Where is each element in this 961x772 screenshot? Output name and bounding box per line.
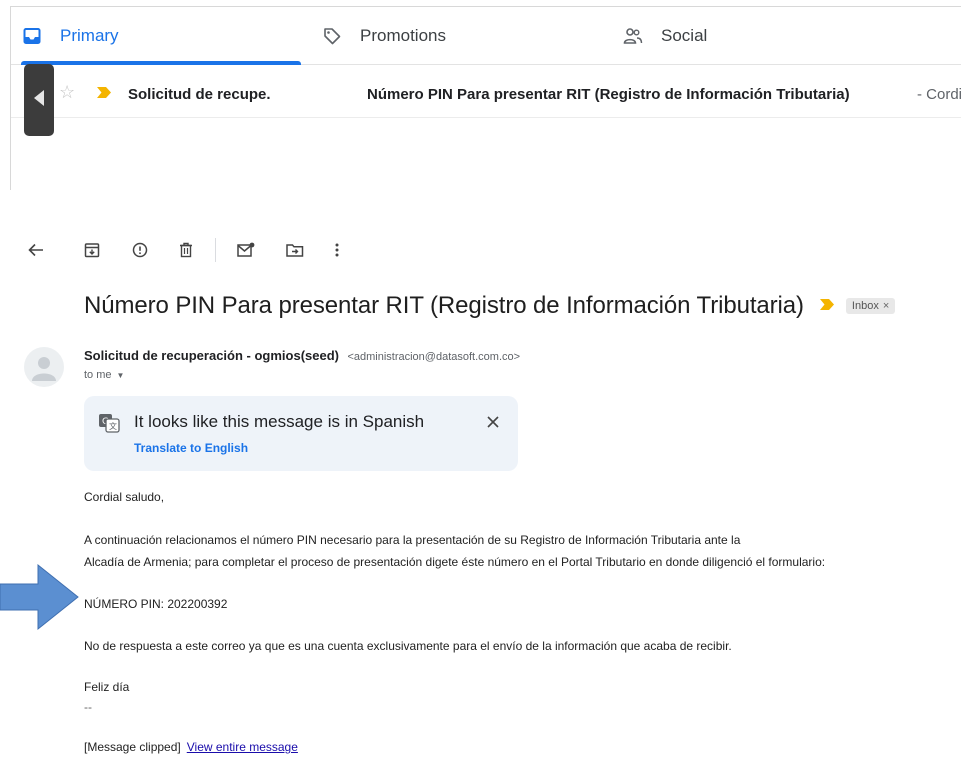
inbox-icon <box>21 25 43 47</box>
recipient-details-toggle[interactable]: to me ▼ <box>84 369 124 381</box>
collapse-handle[interactable] <box>24 64 54 136</box>
body-paragraph-line: A continuación relacionamos el número PI… <box>84 533 741 547</box>
move-to-folder-icon[interactable] <box>285 240 305 260</box>
sender-line: Solicitud de recuperación - ogmios(seed)… <box>84 347 520 365</box>
chevron-left-icon <box>32 89 46 112</box>
pin-number-line: NÚMERO PIN: 202200392 <box>84 597 228 611</box>
avatar[interactable] <box>24 347 64 387</box>
important-marker-icon[interactable] <box>97 85 111 103</box>
row-snippet: - Cordial <box>917 86 961 103</box>
message-subject-line: Número PIN Para presentar RIT (Registro … <box>84 292 896 320</box>
signature-separator: -- <box>84 700 92 714</box>
row-snippet-container: - Cordial <box>917 86 961 106</box>
body-closing: Feliz día <box>84 680 130 694</box>
message-clipped-line: [Message clipped] View entire message <box>84 740 298 754</box>
translate-icon: G文 <box>98 412 120 434</box>
inbox-label-chip[interactable]: Inbox × <box>845 298 896 314</box>
back-arrow-icon[interactable] <box>26 240 46 260</box>
body-note: No de respuesta a este correo ya que es … <box>84 639 732 653</box>
body-greeting: Cordial saludo, <box>84 490 165 504</box>
active-tab-indicator <box>21 61 301 65</box>
body-paragraph-line: Alcadía de Armenia; para completar el pr… <box>84 555 826 569</box>
tab-promotions[interactable]: Promotions <box>321 7 601 65</box>
message-toolbar <box>0 232 961 268</box>
mark-unread-icon[interactable] <box>236 240 256 260</box>
recipient-text: to me <box>84 369 112 381</box>
translate-message: It looks like this message is in Spanish <box>134 412 425 431</box>
translate-to-english-link[interactable]: Translate to English <box>134 441 248 455</box>
more-options-icon[interactable] <box>327 240 347 260</box>
email-list-row[interactable]: ☆ Solicitud de recupe. Número PIN Para p… <box>11 66 961 118</box>
sender-email: <administracion@datasoft.com.co> <box>347 351 521 363</box>
tab-social[interactable]: Social <box>622 7 902 65</box>
caret-down-icon: ▼ <box>116 370 125 380</box>
row-subject: Número PIN Para presentar RIT (Registro … <box>367 86 850 103</box>
inbox-label-text: Inbox <box>851 300 879 312</box>
tab-promotions-label: Promotions <box>360 26 446 45</box>
view-entire-message-link[interactable]: View entire message <box>187 740 298 754</box>
star-icon[interactable]: ☆ <box>59 82 75 103</box>
message-subject: Número PIN Para presentar RIT (Registro … <box>84 292 804 319</box>
people-icon <box>622 25 644 47</box>
message-clipped-label: [Message clipped] <box>84 740 181 754</box>
translate-banner: G文 It looks like this message is in Span… <box>84 396 518 471</box>
svg-text:文: 文 <box>109 421 117 431</box>
close-icon[interactable] <box>481 410 505 434</box>
tab-primary-label: Primary <box>60 26 119 45</box>
tab-primary[interactable]: Primary <box>21 7 301 65</box>
tag-icon <box>321 25 343 47</box>
important-marker-icon[interactable] <box>819 297 834 315</box>
toolbar-divider <box>215 238 216 262</box>
sender-name: Solicitud de recuperación - ogmios(seed) <box>84 348 339 363</box>
pointer-arrow-icon <box>0 563 79 631</box>
delete-icon[interactable] <box>176 240 196 260</box>
remove-label-button[interactable]: × <box>883 300 889 312</box>
inbox-tab-bar: Primary Promotions Social <box>11 7 961 65</box>
report-spam-icon[interactable] <box>130 240 150 260</box>
inbox-panel: Primary Promotions Social ☆ Solicitud de… <box>10 6 961 190</box>
archive-icon[interactable] <box>82 240 102 260</box>
row-sender: Solicitud de recupe. <box>128 86 271 103</box>
tab-social-label: Social <box>661 26 708 45</box>
